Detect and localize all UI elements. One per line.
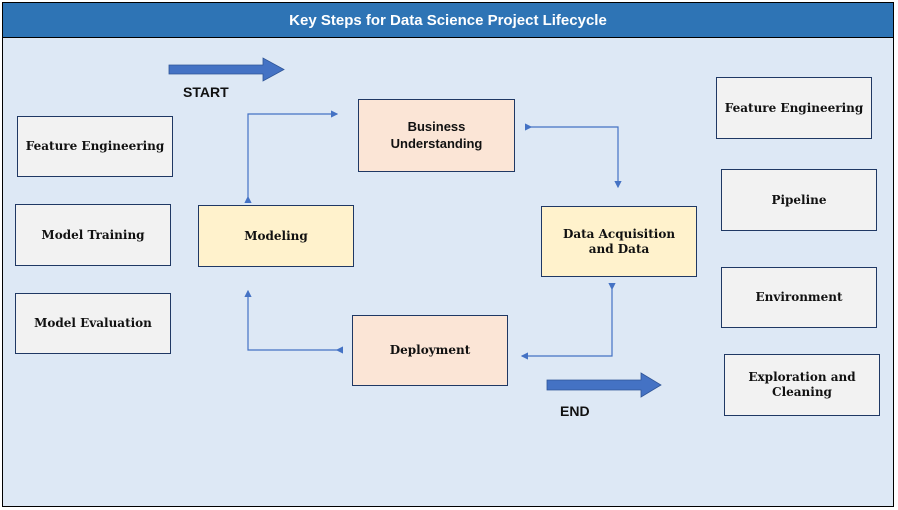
left-box-feature-engineering[interactable]: Feature Engineering — [17, 116, 173, 177]
left-box-model-evaluation[interactable]: Model Evaluation — [15, 293, 171, 354]
cycle-deployment[interactable]: Deployment — [352, 315, 508, 386]
right-box-environment[interactable]: Environment — [721, 267, 877, 328]
cycle-business-understanding[interactable]: Business Understanding — [358, 99, 515, 172]
right-box-pipeline[interactable]: Pipeline — [721, 169, 877, 231]
connector-data-deployment — [520, 283, 616, 360]
cycle-data-acquisition[interactable]: Data Acquisition and Data — [541, 206, 697, 277]
end-label: END — [560, 403, 590, 419]
right-box-feature-engineering[interactable]: Feature Engineering — [716, 77, 872, 139]
start-arrow-icon — [168, 57, 285, 82]
end-arrow-icon — [546, 372, 662, 398]
right-box-exploration-cleaning[interactable]: Exploration and Cleaning — [724, 354, 880, 416]
connector-deployment-modeling — [244, 289, 343, 354]
cycle-modeling[interactable]: Modeling — [198, 205, 354, 267]
connector-business-data — [525, 123, 622, 189]
left-box-model-training[interactable]: Model Training — [15, 204, 171, 266]
start-label: START — [183, 84, 229, 100]
connector-modeling-business — [244, 110, 339, 203]
